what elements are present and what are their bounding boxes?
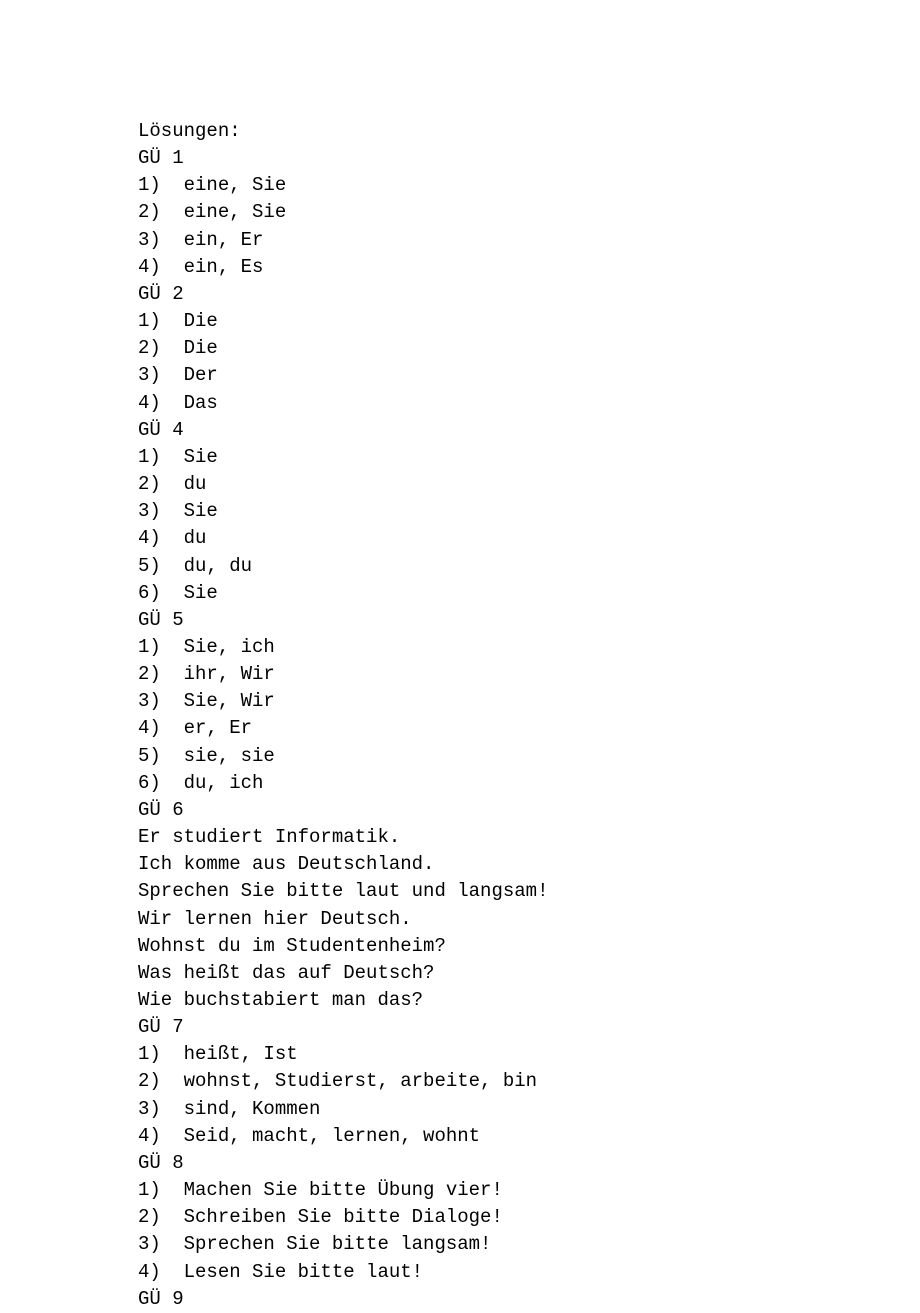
text-line: GÜ 1 — [138, 145, 920, 172]
text-line: 4) ein, Es — [138, 254, 920, 281]
text-line: 2) ihr, Wir — [138, 661, 920, 688]
text-line: Lösungen: — [138, 118, 920, 145]
text-line: Er studiert Informatik. — [138, 824, 920, 851]
text-line: 6) du, ich — [138, 770, 920, 797]
text-line: 2) Die — [138, 335, 920, 362]
text-line: 3) ein, Er — [138, 227, 920, 254]
text-line: 3) sind, Kommen — [138, 1096, 920, 1123]
text-line: 5) sie, sie — [138, 743, 920, 770]
text-line: Was heißt das auf Deutsch? — [138, 960, 920, 987]
text-line: 1) Die — [138, 308, 920, 335]
text-line: 3) Der — [138, 362, 920, 389]
text-line: 1) heißt, Ist — [138, 1041, 920, 1068]
text-line: 1) Sie — [138, 444, 920, 471]
text-line: Sprechen Sie bitte laut und langsam! — [138, 878, 920, 905]
text-line: 3) Sie, Wir — [138, 688, 920, 715]
text-line: GÜ 4 — [138, 417, 920, 444]
text-line: 1) Machen Sie bitte Übung vier! — [138, 1177, 920, 1204]
text-line: 5) du, du — [138, 553, 920, 580]
text-line: 2) eine, Sie — [138, 199, 920, 226]
text-line: 3) Sie — [138, 498, 920, 525]
text-line: 6) Sie — [138, 580, 920, 607]
text-line: GÜ 7 — [138, 1014, 920, 1041]
text-line: 2) du — [138, 471, 920, 498]
text-line: GÜ 2 — [138, 281, 920, 308]
text-line: Wohnst du im Studentenheim? — [138, 933, 920, 960]
text-line: Wie buchstabiert man das? — [138, 987, 920, 1014]
text-line: 3) Sprechen Sie bitte langsam! — [138, 1231, 920, 1258]
text-line: 4) Das — [138, 390, 920, 417]
document-content: Lösungen:GÜ 11) eine, Sie2) eine, Sie3) … — [138, 118, 920, 1313]
text-line: GÜ 6 — [138, 797, 920, 824]
text-line: GÜ 9 — [138, 1286, 920, 1313]
text-line: 1) Sie, ich — [138, 634, 920, 661]
text-line: Ich komme aus Deutschland. — [138, 851, 920, 878]
text-line: Wir lernen hier Deutsch. — [138, 906, 920, 933]
text-line: 4) Seid, macht, lernen, wohnt — [138, 1123, 920, 1150]
text-line: 4) Lesen Sie bitte laut! — [138, 1259, 920, 1286]
text-line: 1) eine, Sie — [138, 172, 920, 199]
text-line: 4) du — [138, 525, 920, 552]
text-line: 2) wohnst, Studierst, arbeite, bin — [138, 1068, 920, 1095]
text-line: GÜ 5 — [138, 607, 920, 634]
text-line: 4) er, Er — [138, 715, 920, 742]
text-line: 2) Schreiben Sie bitte Dialoge! — [138, 1204, 920, 1231]
text-line: GÜ 8 — [138, 1150, 920, 1177]
